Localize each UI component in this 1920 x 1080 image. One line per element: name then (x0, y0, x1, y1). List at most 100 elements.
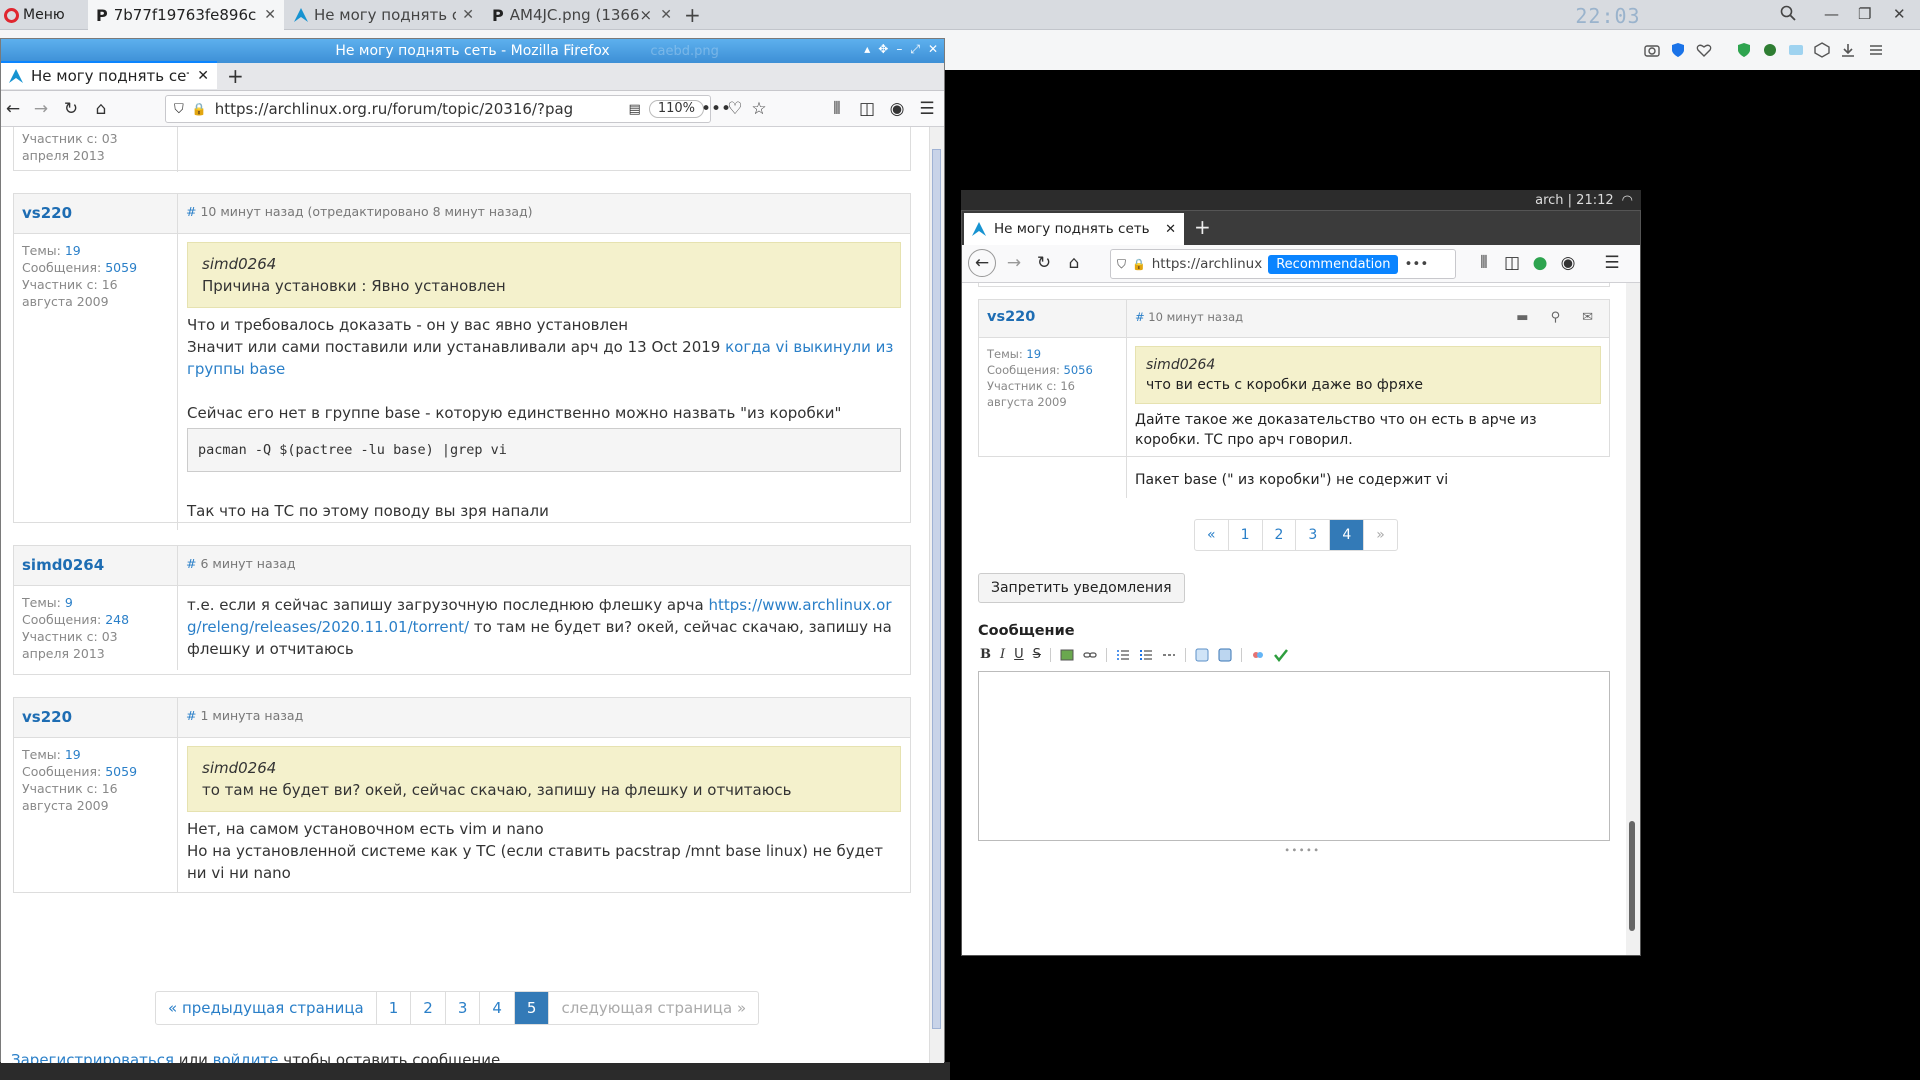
library-icon[interactable]: ⫴ (827, 99, 847, 119)
close-icon[interactable]: ✕ (462, 7, 474, 23)
new-tab-icon[interactable]: + (227, 64, 244, 88)
reload-ext-icon[interactable] (1762, 42, 1778, 58)
home-icon[interactable]: ⌂ (91, 99, 111, 119)
scrollbar-thumb[interactable] (932, 149, 941, 1029)
adblock-icon[interactable] (1736, 42, 1752, 58)
pager-page-2[interactable]: 2 (1263, 520, 1297, 550)
close-icon[interactable]: ✕ (264, 7, 276, 23)
more-icon[interactable]: ••• (1404, 256, 1428, 272)
back-icon[interactable]: ← (3, 99, 23, 119)
horizontal-rule-icon[interactable] (1162, 648, 1176, 662)
numbered-list-icon[interactable] (1139, 648, 1153, 662)
msgs-count[interactable]: 248 (105, 612, 129, 627)
forward-icon[interactable]: → (1004, 253, 1024, 273)
permalink[interactable]: # (186, 708, 196, 723)
maximize-icon[interactable]: ⤢ (910, 42, 920, 57)
permalink[interactable]: # (186, 556, 196, 571)
underline-button[interactable]: U (1014, 647, 1024, 662)
forward-icon[interactable]: → (31, 99, 51, 119)
account-icon[interactable]: ◉ (887, 99, 907, 119)
close-icon[interactable]: ✕ (1165, 222, 1176, 237)
topics-count[interactable]: 19 (65, 747, 81, 762)
post-author[interactable]: simd0264 (14, 546, 178, 585)
permalink[interactable]: # (1135, 310, 1145, 324)
close-icon[interactable]: ✕ (928, 42, 938, 57)
pager-page-1[interactable]: 1 (1229, 520, 1263, 550)
link-icon[interactable] (1083, 648, 1097, 662)
camera-icon[interactable] (1644, 42, 1660, 58)
download-icon[interactable] (1840, 42, 1856, 58)
mail-icon[interactable]: ✉ (1582, 310, 1593, 327)
quote-icon[interactable] (1195, 648, 1209, 662)
topics-count[interactable]: 19 (1026, 347, 1041, 361)
pocket-icon[interactable]: ♡ (725, 99, 745, 119)
permalink[interactable]: # (186, 204, 196, 219)
image-icon[interactable] (1060, 648, 1074, 662)
bullet-list-icon[interactable] (1116, 648, 1130, 662)
translate-icon[interactable] (1788, 42, 1804, 58)
heart-icon[interactable] (1696, 42, 1712, 58)
recommendation-badge[interactable]: Recommendation (1268, 254, 1399, 274)
settings-icon[interactable] (1868, 42, 1884, 58)
scrollbar-thumb[interactable] (1629, 821, 1635, 931)
sidebar-icon[interactable]: ◫ (1502, 253, 1522, 273)
topics-count[interactable]: 19 (65, 243, 81, 258)
mute-notifications-button[interactable]: Запретить уведомления (978, 573, 1185, 603)
cube-icon[interactable] (1814, 42, 1830, 58)
login-link[interactable]: войдите (213, 1051, 279, 1063)
close-icon[interactable]: ✕ (197, 68, 209, 84)
pager-page-4[interactable]: 4 (480, 992, 515, 1024)
home-icon[interactable]: ⌂ (1064, 253, 1084, 273)
pin-icon[interactable]: ⚲ (1551, 310, 1561, 327)
extension-icon[interactable]: ● (1530, 253, 1550, 273)
shield-icon[interactable] (1670, 42, 1686, 58)
checkmark-icon[interactable] (1273, 648, 1288, 662)
new-tab-icon[interactable]: + (1194, 215, 1211, 239)
minimize-icon[interactable]: — (1824, 5, 1839, 23)
post-author[interactable]: vs220 (14, 698, 178, 737)
sidebar-icon[interactable]: ◫ (857, 99, 877, 119)
more-icon[interactable]: ••• (701, 99, 731, 119)
url-bar[interactable]: ⛉ 🔒 https://archlinux.org.ru/forum/topic… (165, 95, 711, 123)
pager-page-2[interactable]: 2 (411, 992, 446, 1024)
bold-button[interactable]: B (980, 647, 991, 662)
tracking-shield-icon[interactable]: ⛉ (1117, 257, 1126, 272)
msgs-count[interactable]: 5059 (105, 260, 137, 275)
close-window-icon[interactable]: ✕ (1893, 5, 1906, 23)
opera-menu-button[interactable]: Меню (4, 4, 65, 26)
back-icon[interactable]: ← (968, 249, 996, 277)
zoom-badge[interactable]: 110% (648, 100, 704, 118)
opera-tab-2[interactable]: Не могу поднять се ✕ (286, 0, 482, 30)
pager-prev[interactable]: « (1195, 520, 1229, 550)
pager-page-1[interactable]: 1 (377, 992, 412, 1024)
reader-icon[interactable]: ▤ (629, 102, 641, 117)
msgs-count[interactable]: 5059 (105, 764, 137, 779)
opera-tab-1[interactable]: P 7b77f19763fe896c ✕ (88, 0, 284, 30)
library-icon[interactable]: ⫴ (1474, 253, 1494, 273)
reply-icon[interactable]: ▬ (1516, 310, 1528, 327)
shade-icon[interactable]: ▴ (864, 42, 870, 57)
tracking-shield-icon[interactable]: ⛉ (174, 102, 184, 117)
post-author[interactable]: vs220 (979, 300, 1127, 337)
opera-tab-3[interactable]: P AM4JC.png (1366× ✕ (484, 0, 680, 30)
msgs-count[interactable]: 5056 (1064, 363, 1093, 377)
topics-count[interactable]: 9 (65, 595, 73, 610)
pager-page-active[interactable]: 4 (1330, 520, 1365, 550)
minimize-icon[interactable]: – (896, 42, 902, 57)
register-link[interactable]: Зарегистрироваться (11, 1051, 174, 1063)
pager-prev[interactable]: « предыдущая страница (156, 992, 377, 1024)
account-icon[interactable]: ◉ (1558, 253, 1578, 273)
pager-page-3[interactable]: 3 (446, 992, 481, 1024)
tab-forum[interactable]: Не могу поднять сеть ✕ (964, 213, 1184, 245)
spoiler-icon[interactable] (1251, 648, 1265, 662)
hamburger-menu-icon[interactable]: ☰ (1602, 253, 1622, 273)
strike-button[interactable]: S (1033, 647, 1041, 662)
bookmark-star-icon[interactable]: ☆ (749, 99, 769, 119)
tab-forum[interactable]: Не могу поднять сеть ✕ (1, 61, 217, 89)
pager-page-3[interactable]: 3 (1296, 520, 1331, 550)
new-tab-icon[interactable]: + (684, 3, 701, 27)
pager-page-active[interactable]: 5 (514, 992, 550, 1024)
hamburger-menu-icon[interactable]: ☰ (917, 99, 937, 119)
close-icon[interactable]: ✕ (660, 7, 672, 23)
pin-icon[interactable]: ✥ (878, 42, 888, 57)
